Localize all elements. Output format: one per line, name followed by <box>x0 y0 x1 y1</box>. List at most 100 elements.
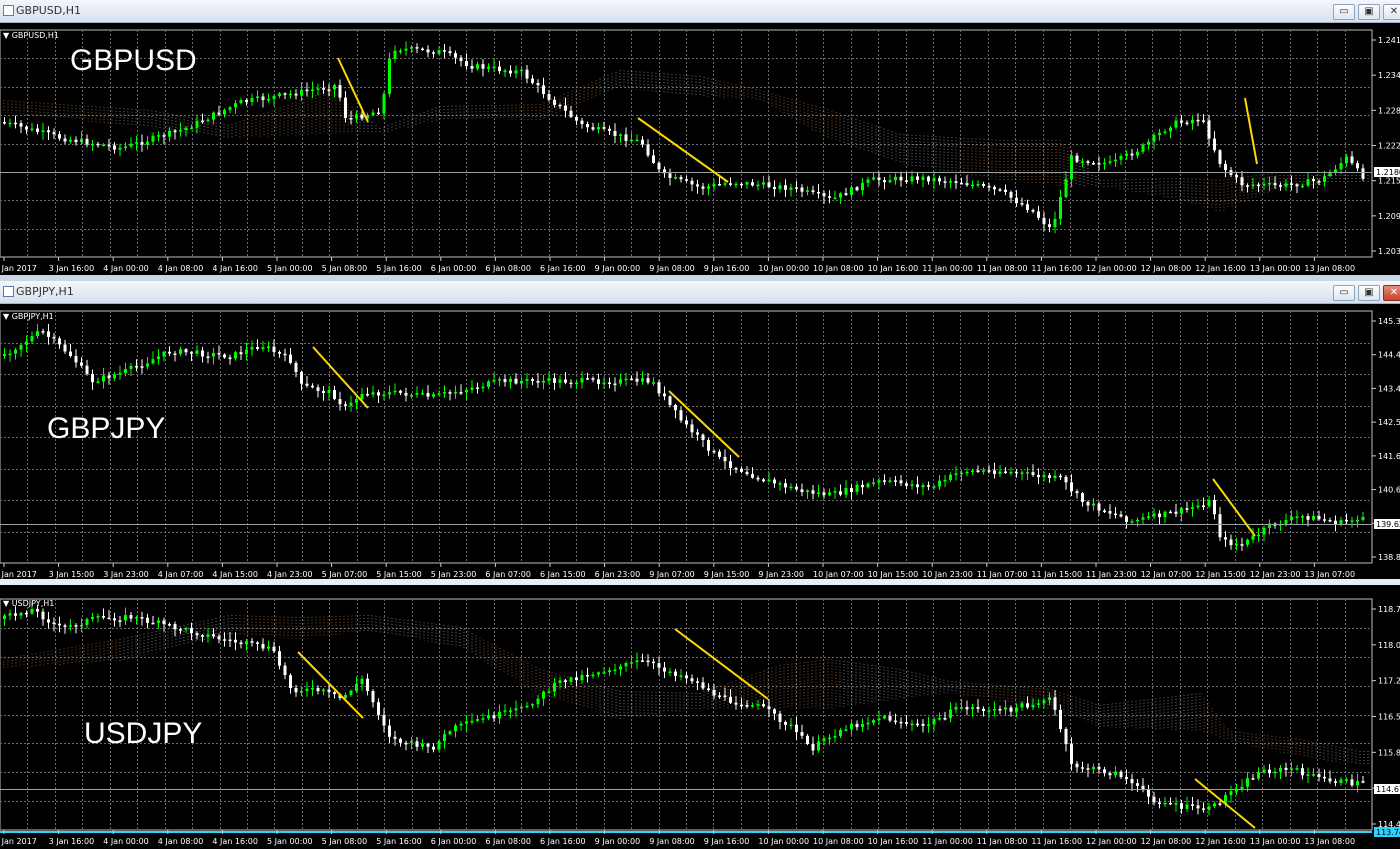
candle-body <box>927 485 930 487</box>
y-tick-label: 140.68 <box>1378 486 1400 495</box>
candle-body <box>525 379 529 381</box>
candle-body <box>729 461 732 468</box>
candle-body <box>657 382 661 394</box>
candle-body <box>1262 769 1266 773</box>
x-tick-label: 13 Jan 00:00 <box>1250 264 1301 273</box>
x-tick-label: 12 Jan 08:00 <box>1141 837 1192 846</box>
candle-body <box>256 347 259 349</box>
ask-price-label: 113.74 <box>1376 828 1400 837</box>
price-chart[interactable]: 1.2411 1.2348 1.2285 1.2222 1.2157 1.2094 1.20… <box>0 26 1400 275</box>
candle-body <box>575 382 578 384</box>
candle-body <box>943 479 947 482</box>
maximize-button[interactable]: ▣ <box>1358 285 1380 301</box>
candle-body <box>311 385 314 388</box>
candle-body <box>162 351 166 357</box>
candle-body <box>619 134 622 136</box>
chart-area[interactable]: 1.2411 1.2348 1.2285 1.2222 1.2157 1.2094 1.20… <box>0 26 1400 275</box>
candle-body <box>982 708 985 712</box>
candle-body <box>707 439 710 451</box>
candle-body <box>718 451 721 457</box>
candle-body <box>789 486 793 489</box>
close-button[interactable]: ✕ <box>1383 4 1400 20</box>
maximize-button[interactable]: ▣ <box>1358 4 1380 20</box>
candle-body <box>492 380 496 382</box>
candle-body <box>278 351 281 354</box>
candle-body <box>1020 703 1024 708</box>
candle-body <box>487 381 490 387</box>
candle-body <box>938 480 941 487</box>
candle-body <box>883 180 886 183</box>
candle-body <box>1246 539 1249 545</box>
candle-body <box>311 89 314 92</box>
close-button[interactable]: ✕ <box>1383 285 1400 301</box>
candle-body <box>542 691 545 699</box>
x-tick-label: 3 Jan 2017 <box>0 570 37 579</box>
candle-body <box>1086 768 1090 770</box>
candle-body <box>800 187 804 192</box>
candle-body <box>630 662 633 664</box>
candle-body <box>459 392 463 394</box>
candle-body <box>646 660 650 663</box>
candle-body <box>8 122 12 125</box>
candle-body <box>212 634 215 637</box>
candle-body <box>1218 514 1222 538</box>
candle-body <box>382 93 386 114</box>
candle-body <box>564 105 567 111</box>
x-tick-label: 4 Jan 16:00 <box>212 264 258 273</box>
candle-body <box>1037 474 1040 478</box>
candle-body <box>932 178 936 182</box>
candle-body <box>542 380 545 383</box>
candle-body <box>426 743 430 747</box>
minimize-button[interactable]: ▭ <box>1333 285 1355 301</box>
candle-body <box>1218 803 1222 805</box>
x-tick-label: 4 Jan 08:00 <box>158 837 204 846</box>
pair-annotation: GBPUSD <box>70 44 197 77</box>
candle-body <box>1345 779 1348 781</box>
candle-body <box>938 718 941 720</box>
candle-body <box>69 139 72 142</box>
candle-body <box>608 128 611 131</box>
candle-body <box>1251 184 1255 187</box>
candle-body <box>619 666 622 670</box>
price-chart[interactable]: 145.32 144.40 143.47 142.54 141.61 140.68 139.… <box>0 307 1400 579</box>
candle-body <box>602 127 606 129</box>
price-chart[interactable]: 118.73118.01117.29116.57115.85115.13114.… <box>0 595 1400 849</box>
candle-body <box>179 349 182 355</box>
minimize-button[interactable]: ▭ <box>1333 4 1355 20</box>
candle-body <box>993 470 996 474</box>
candle-body <box>520 380 523 384</box>
candle-body <box>1240 177 1244 186</box>
x-tick-label: 10 Jan 08:00 <box>813 264 864 273</box>
candle-body <box>124 146 127 149</box>
x-tick-label: 5 Jan 16:00 <box>376 837 422 846</box>
candle-body <box>1202 505 1205 508</box>
candle-body <box>481 64 485 69</box>
chart-area[interactable]: 118.73118.01117.29116.57115.85115.13114.… <box>0 595 1400 849</box>
candle-body <box>564 680 567 683</box>
candle-body <box>729 696 732 703</box>
y-tick-label: 117.29 <box>1378 677 1400 686</box>
candle-body <box>1290 768 1293 770</box>
candle-body <box>118 147 122 150</box>
candle-body <box>1059 196 1062 219</box>
candle-body <box>844 729 848 731</box>
candle-body <box>1317 181 1321 183</box>
candle-body <box>778 185 782 190</box>
title-bar[interactable]: GBPUSD,H1 ▭ ▣ ✕ <box>0 0 1400 23</box>
candle-body <box>1064 476 1068 483</box>
candle-body <box>910 484 914 486</box>
candle-body <box>388 725 391 737</box>
candle-body <box>899 721 903 724</box>
title-bar[interactable]: GBPJPY,H1 ▭ ▣ ✕ <box>0 281 1400 304</box>
candle-body <box>844 193 848 195</box>
x-tick-label: 5 Jan 16:00 <box>376 264 422 273</box>
candle-body <box>1086 501 1090 506</box>
x-tick-label: 9 Jan 16:00 <box>704 264 750 273</box>
y-tick-label: 144.40 <box>1378 351 1400 360</box>
candle-body <box>228 107 232 110</box>
chart-area[interactable]: 145.32 144.40 143.47 142.54 141.61 140.68 139.… <box>0 307 1400 579</box>
candle-body <box>712 184 716 187</box>
candle-body <box>206 634 210 637</box>
candle-body <box>1092 766 1095 770</box>
candle-body <box>327 89 331 91</box>
